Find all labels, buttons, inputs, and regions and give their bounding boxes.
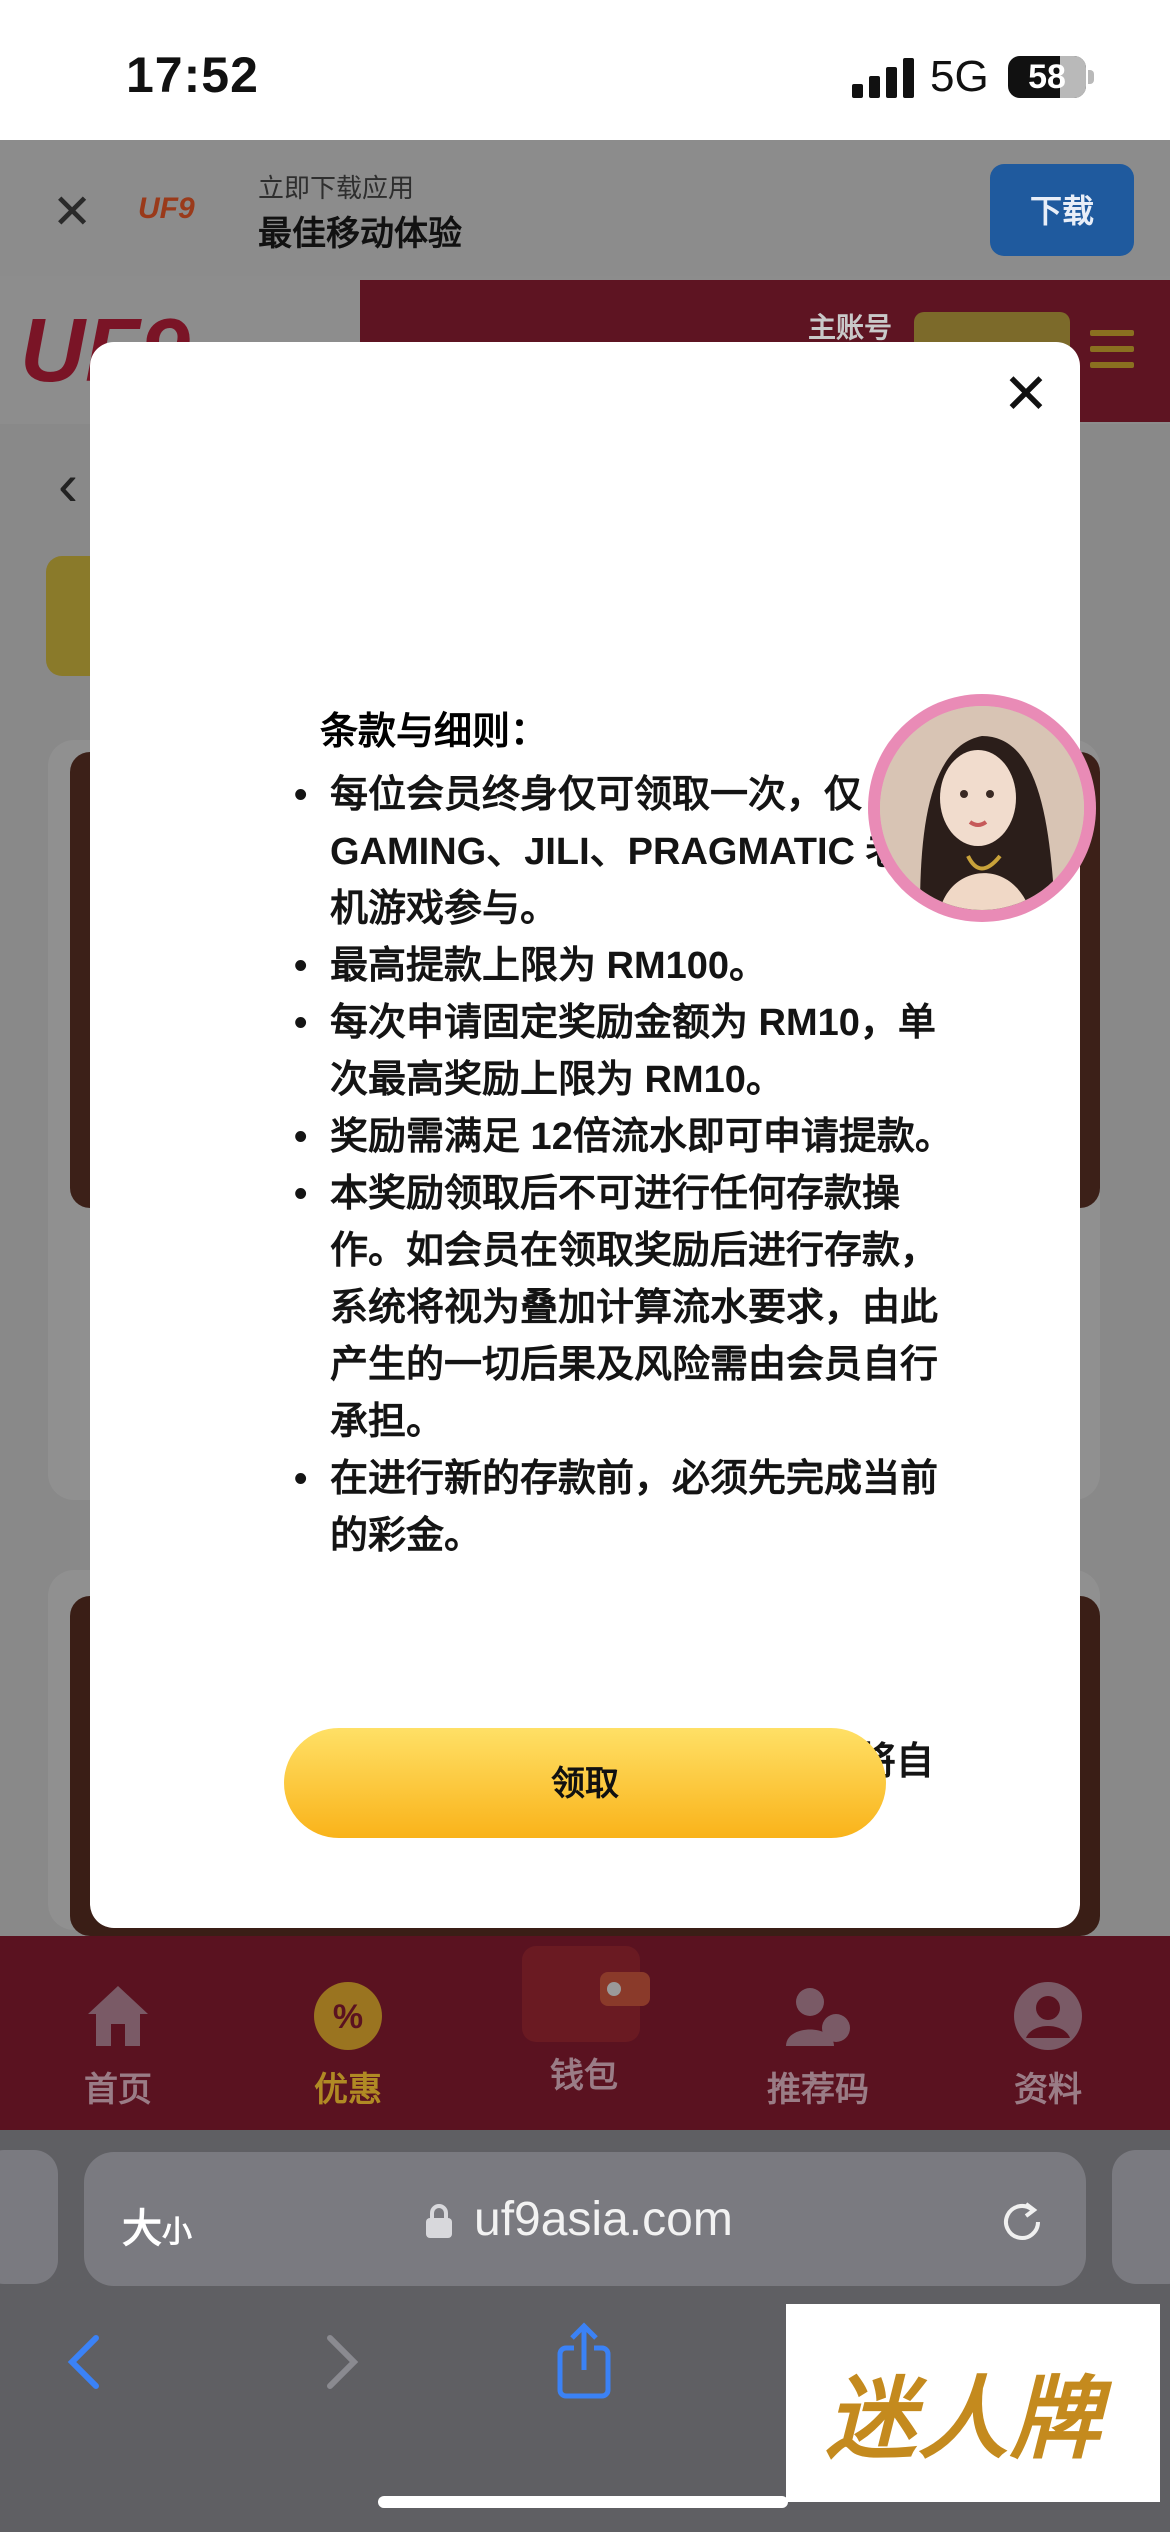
text-size-big: 大: [122, 2207, 162, 2251]
bullet-icon: •: [294, 1116, 308, 1158]
text-size-button[interactable]: 大小: [122, 2196, 192, 2254]
tab-label: 首页: [84, 2071, 152, 2109]
tab-wallet[interactable]: 钱包: [494, 1932, 674, 2097]
avatar-image: [880, 706, 1084, 910]
bullet-icon: •: [294, 945, 308, 987]
battery-icon: 58: [1008, 56, 1086, 98]
banner-logo: UF9: [138, 192, 195, 225]
account-label: 主账号: [808, 312, 893, 343]
tab-label: 钱包: [550, 2057, 618, 2095]
battery-cap: [1088, 70, 1094, 84]
terms-item: • 在进行新的存款前，必须先完成当前的彩金。: [290, 1451, 970, 1565]
lock-icon: [424, 2204, 454, 2238]
back-icon[interactable]: [62, 2330, 108, 2394]
bullet-icon: •: [294, 1173, 308, 1215]
back-chevron-icon[interactable]: ‹: [58, 450, 78, 519]
referral-icon: [728, 1976, 908, 2056]
banner-title: 最佳移动体验: [258, 215, 462, 253]
tab-label: 优惠: [314, 2071, 382, 2109]
network-label: 5G: [930, 52, 989, 101]
modal-close-icon[interactable]: ✕: [996, 364, 1056, 424]
tab-label: 推荐码: [767, 2071, 869, 2109]
promo-icon: %: [258, 1976, 438, 2056]
bullet-icon: •: [294, 1458, 308, 1500]
banner-close-icon[interactable]: ✕: [52, 184, 92, 240]
status-time: 17:52: [126, 47, 259, 103]
home-icon: [28, 1976, 208, 2056]
text-size-small: 小: [162, 2216, 192, 2249]
terms-item: • 本奖励领取后不可进行任何存款操作。如会员在领取奖励后进行存款，系统将视为叠加计…: [290, 1166, 970, 1451]
bullet-icon: •: [294, 1002, 308, 1044]
tab-label: 资料: [1014, 2071, 1082, 2109]
forward-icon[interactable]: [318, 2330, 364, 2394]
terms-list: • 每位会员终身仅可领取一次，仅 AI GAMING、JILI、PRAGMATIC…: [290, 767, 970, 1565]
terms: 条款与细则： • 每位会员终身仅可领取一次，仅 AI GAMING、JILI、PR…: [290, 700, 970, 1565]
battery-level: 58: [1028, 58, 1066, 96]
tab-profile[interactable]: 资料: [958, 1976, 1138, 2111]
terms-item: • 奖励需满足 12倍流水即可申请提款。: [290, 1109, 970, 1166]
banner-subtitle: 立即下载应用: [258, 173, 415, 203]
url-text[interactable]: uf9asia.com: [474, 2192, 733, 2247]
menu-icon[interactable]: [1090, 330, 1134, 378]
wallet-icon: [494, 1932, 674, 2052]
terms-item: • 每次申请固定奖励金额为 RM10，单次最高奖励上限为 RM10。: [290, 995, 970, 1109]
watermark-text: 迷人牌: [826, 2370, 1102, 2470]
tab-referral[interactable]: 推荐码: [728, 1976, 908, 2111]
home-indicator[interactable]: [378, 2496, 788, 2508]
reload-icon[interactable]: [996, 2196, 1048, 2248]
share-icon[interactable]: [554, 2320, 614, 2400]
tab-home[interactable]: 首页: [28, 1976, 208, 2111]
download-button[interactable]: 下载: [990, 164, 1134, 256]
tab-promo[interactable]: % 优惠: [258, 1976, 438, 2111]
signal-icon: [852, 58, 916, 98]
bullet-icon: •: [294, 774, 308, 816]
browser-next-tab[interactable]: [1112, 2150, 1170, 2284]
terms-title: 条款与细则：: [320, 711, 549, 753]
terms-item: • 最高提款上限为 RM100。: [290, 938, 970, 995]
svg-text:%: %: [333, 1998, 363, 2036]
profile-icon: [958, 1976, 1138, 2056]
browser-prev-tab[interactable]: [0, 2150, 58, 2284]
avatar: [880, 706, 1084, 910]
claim-button[interactable]: 领取: [284, 1728, 886, 1838]
